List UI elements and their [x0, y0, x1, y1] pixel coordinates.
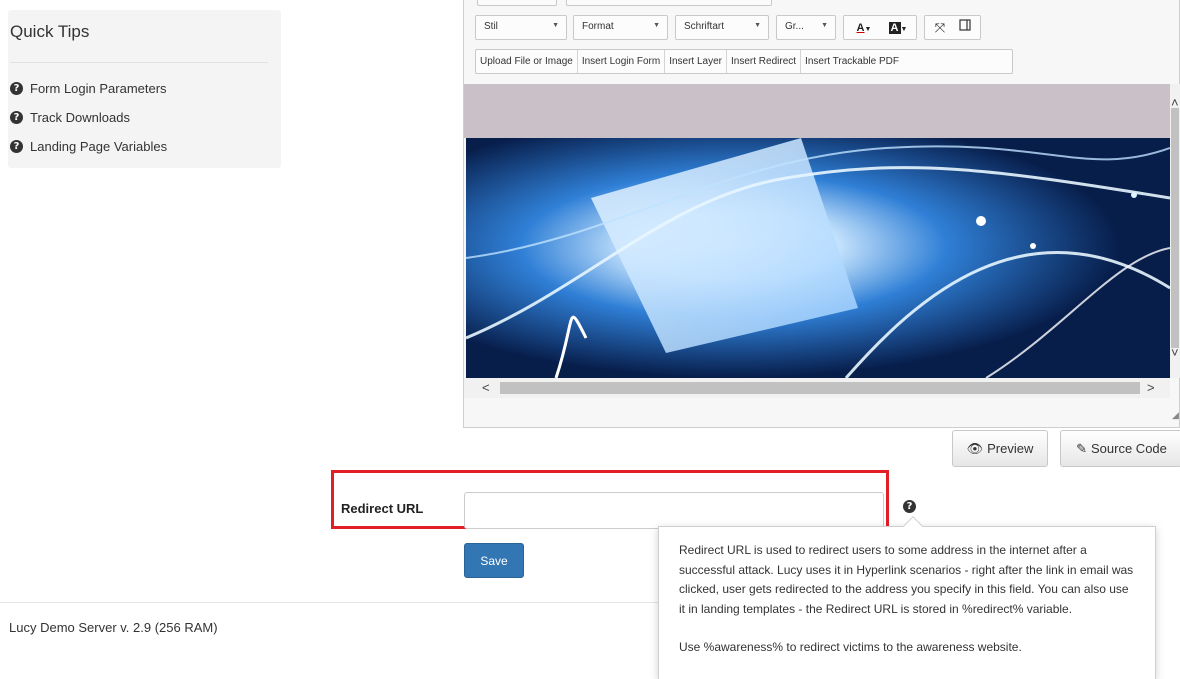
background-color-icon: A — [888, 22, 901, 34]
insert-toolbar: Upload File or Image Insert Login Form I… — [475, 49, 1013, 74]
footer-divider — [0, 602, 660, 603]
text-color-icon: A — [856, 22, 865, 34]
dropdown-arrow-icon: ▼ — [821, 22, 828, 29]
tooltip-paragraph: Redirect URL is used to redirect users t… — [679, 543, 1134, 616]
help-button[interactable]: ? — [903, 500, 916, 513]
maximize-button[interactable]: ⤧ — [930, 19, 950, 37]
save-button[interactable]: Save — [464, 543, 524, 578]
vertical-scrollbar-thumb[interactable] — [1171, 108, 1179, 348]
resize-handle-icon[interactable]: ◢ — [1172, 410, 1179, 421]
style-combo[interactable]: Stil ▼ — [475, 15, 567, 40]
view-button-group: ⤧ — [924, 15, 981, 40]
question-circle-icon: ? — [10, 140, 23, 153]
source-code-label: Source Code — [1091, 441, 1167, 456]
tip-form-login-parameters[interactable]: ? Form Login Parameters — [10, 81, 167, 96]
tip-landing-page-variables[interactable]: ? Landing Page Variables — [10, 139, 167, 154]
redirect-url-input[interactable] — [464, 492, 884, 529]
quick-tips-title: Quick Tips — [10, 22, 90, 41]
eye-icon: 👁 — [966, 440, 984, 456]
toolbar-group-cut-off[interactable] — [566, 0, 772, 6]
tip-track-downloads[interactable]: ? Track Downloads — [10, 110, 130, 125]
text-color-button[interactable]: A▼ — [850, 19, 878, 37]
dropdown-arrow-icon: ▼ — [754, 22, 761, 29]
tip-label: Landing Page Variables — [30, 139, 168, 154]
font-combo[interactable]: Schriftart ▼ — [675, 15, 769, 40]
question-circle-icon: ? — [903, 500, 916, 513]
font-combo-label: Schriftart — [684, 21, 725, 32]
horizontal-scrollbar-thumb[interactable] — [500, 382, 1140, 394]
font-size-combo-label: Gr... — [785, 21, 804, 32]
background-color-button[interactable]: A ▼ — [884, 19, 912, 37]
source-code-button[interactable]: ✎ Source Code — [1060, 430, 1180, 467]
dropdown-arrow-icon: ▼ — [900, 26, 908, 33]
style-combo-label: Stil — [484, 21, 498, 32]
tip-label: Form Login Parameters — [30, 81, 167, 96]
insert-login-form-button[interactable]: Insert Login Form — [578, 50, 666, 73]
insert-trackable-pdf-button[interactable]: Insert Trackable PDF — [801, 50, 903, 73]
format-combo[interactable]: Format ▼ — [573, 15, 668, 40]
insert-layer-button[interactable]: Insert Layer — [665, 50, 728, 73]
show-blocks-button[interactable] — [955, 19, 975, 37]
scroll-up-arrow-icon[interactable]: ˄ — [1171, 96, 1179, 110]
footer-version-text: Lucy Demo Server v. 2.9 (256 RAM) — [9, 620, 218, 635]
dropdown-arrow-icon: ▼ — [653, 22, 660, 29]
question-circle-icon: ? — [10, 82, 23, 95]
format-combo-label: Format — [582, 21, 614, 32]
toolbar-group-cut-off[interactable] — [477, 0, 557, 6]
color-button-group: A▼ A ▼ — [843, 15, 917, 40]
redirect-url-label: Redirect URL — [341, 501, 424, 516]
preview-label: Preview — [987, 441, 1034, 456]
quick-tips-divider — [10, 62, 268, 63]
insert-redirect-button[interactable]: Insert Redirect — [727, 50, 802, 73]
preview-button[interactable]: 👁 Preview — [952, 430, 1048, 467]
question-circle-icon: ? — [10, 111, 23, 124]
tooltip-paragraph: Use %awareness% to redirect victims to t… — [679, 640, 1022, 654]
dropdown-arrow-icon: ▼ — [864, 26, 872, 33]
edit-icon: ✎ — [1076, 440, 1087, 456]
laptop-light-image — [466, 138, 1170, 378]
editor-canvas-header[interactable] — [464, 84, 1170, 138]
editor-hero-image[interactable] — [466, 138, 1170, 378]
font-size-combo[interactable]: Gr... ▼ — [776, 15, 836, 40]
maximize-icon: ⤧ — [934, 20, 946, 35]
scroll-down-arrow-icon[interactable]: ˅ — [1171, 346, 1179, 360]
scroll-left-arrow-icon[interactable]: < — [482, 381, 490, 395]
redirect-help-tooltip: Redirect URL is used to redirect users t… — [658, 526, 1156, 679]
upload-file-button[interactable]: Upload File or Image — [476, 50, 578, 73]
show-blocks-icon — [959, 19, 971, 31]
dropdown-arrow-icon: ▼ — [552, 22, 559, 29]
scroll-right-arrow-icon[interactable]: > — [1147, 381, 1155, 395]
tip-label: Track Downloads — [30, 110, 130, 125]
